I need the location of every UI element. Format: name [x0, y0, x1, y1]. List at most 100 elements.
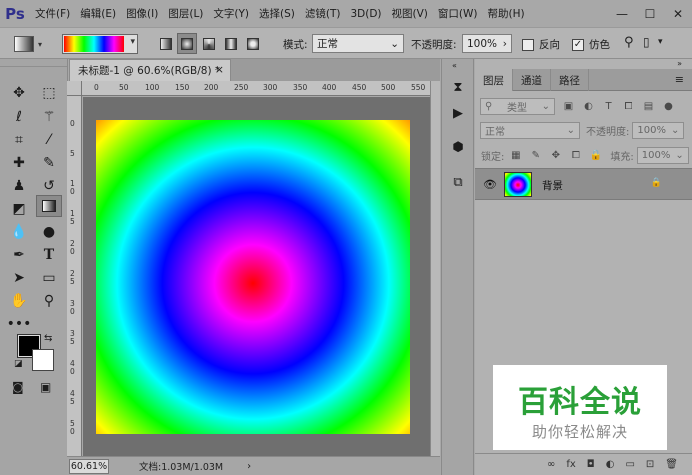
lock-pixels-icon[interactable]: ✎ [529, 149, 542, 162]
menu-view[interactable]: 视图(V) [387, 6, 433, 21]
search-icon[interactable]: ⚲ [624, 35, 634, 50]
brush-icon[interactable]: ✎ [36, 152, 62, 174]
menu-image[interactable]: 图像(I) [121, 6, 163, 21]
layer-style-icon[interactable]: fx [566, 459, 575, 470]
dodge-icon[interactable]: ● [36, 221, 62, 243]
menu-layer[interactable]: 图层(L) [163, 6, 208, 21]
link-layers-icon[interactable]: ∞ [547, 459, 555, 470]
maximize-button[interactable]: ☐ [636, 0, 664, 27]
history-panel-icon[interactable]: ⧗ [446, 76, 470, 98]
background-color[interactable] [32, 349, 54, 371]
chevron-down-icon[interactable]: ▾ [658, 37, 663, 47]
tab-channels[interactable]: 通道 [513, 69, 551, 91]
type-icon[interactable]: T [36, 244, 62, 266]
lock-transparent-icon[interactable]: ▦ [509, 149, 522, 162]
quick-mask-icon[interactable]: ◙ [12, 380, 24, 394]
document-canvas[interactable] [96, 120, 410, 434]
eyedropper-icon[interactable]: ⁄ [36, 129, 62, 151]
layer-row-background[interactable]: 👁 背景 🔒 [475, 168, 692, 200]
filter-toggle-icon[interactable]: ● [662, 100, 675, 113]
tab-paths[interactable]: 路径 [551, 69, 589, 91]
workspace-icon[interactable]: ▯ [643, 35, 650, 49]
close-window-button[interactable]: ✕ [664, 0, 692, 27]
lock-all-icon[interactable]: 🔒 [589, 149, 602, 162]
gradient-icon[interactable] [36, 195, 62, 217]
menu-3d[interactable]: 3D(D) [345, 8, 386, 20]
status-menu-arrow[interactable]: › [247, 461, 251, 472]
reflected-gradient-button[interactable] [221, 33, 241, 54]
new-group-icon[interactable]: ▭ [625, 459, 634, 470]
document-tab[interactable]: 未标题-1 @ 60.6%(RGB/8) * × [69, 59, 231, 81]
tool-preset-picker[interactable]: ▾ [14, 33, 52, 55]
panel-grip[interactable] [0, 59, 67, 67]
document-scrollbar[interactable] [430, 81, 440, 456]
magic-wand-icon[interactable]: ⚚ [36, 106, 62, 128]
properties-panel-icon[interactable]: ⧉ [446, 171, 470, 193]
move-icon[interactable]: ✥ [6, 82, 32, 104]
adjustment-layer-icon[interactable]: ◐ [606, 459, 615, 470]
lock-artboard-icon[interactable]: ⧠ [569, 149, 582, 162]
dither-option[interactable]: ✓ 仿色 [572, 37, 610, 52]
zoom-level-input[interactable]: 60.61% [69, 458, 109, 474]
history-brush-icon[interactable]: ↺ [36, 175, 62, 197]
panel-menu-icon[interactable]: ≡ [675, 73, 684, 86]
menu-file[interactable]: 文件(F) [30, 6, 75, 21]
image-filter-icon[interactable]: ▣ [562, 100, 575, 113]
blend-mode-select[interactable]: 正常 ⌄ [480, 122, 580, 139]
menu-help[interactable]: 帮助(H) [483, 6, 530, 21]
layer-opacity-input[interactable]: 100% ⌄ [632, 122, 685, 139]
healing-icon[interactable]: ✚ [6, 152, 32, 174]
eraser-icon[interactable]: ◩ [6, 198, 32, 220]
fill-input[interactable]: 100% ⌄ [636, 147, 689, 164]
filter-kind-select[interactable]: ⚲ 类型 ⌄ [480, 98, 555, 115]
add-mask-icon[interactable]: ◘ [587, 459, 595, 470]
menu-edit[interactable]: 编辑(E) [75, 6, 121, 21]
delete-layer-icon[interactable]: 🗑 [665, 459, 678, 470]
angle-gradient-button[interactable] [199, 33, 219, 54]
crop-icon[interactable]: ⌗ [6, 129, 32, 151]
menu-type[interactable]: 文字(Y) [208, 6, 254, 21]
default-colors-icon[interactable]: ◪ [14, 359, 23, 369]
gradient-picker[interactable]: ▾ [62, 34, 138, 54]
collapse-panels-icon[interactable]: « [452, 61, 457, 70]
blur-icon[interactable]: 💧 [6, 221, 32, 243]
chevron-down-icon[interactable]: ▾ [130, 37, 135, 47]
visibility-eye-icon[interactable]: 👁 [483, 178, 497, 191]
pen-icon[interactable]: ✒ [6, 244, 32, 266]
lasso-icon[interactable]: ℓ [6, 106, 32, 128]
hand-icon[interactable]: ✋ [6, 290, 32, 312]
layer-name[interactable]: 背景 [542, 178, 563, 193]
opacity-input[interactable]: 100% › [462, 34, 512, 53]
mode-select[interactable]: 正常 ⌄ [312, 34, 404, 53]
zoom-icon[interactable]: ⚲ [36, 290, 62, 312]
reverse-checkbox[interactable] [522, 38, 534, 51]
diamond-gradient-button[interactable] [243, 33, 263, 54]
3d-panel-icon[interactable]: ⬢ [446, 136, 470, 158]
path-select-icon[interactable]: ➤ [6, 267, 32, 289]
actions-play-icon[interactable]: ▶ [446, 102, 470, 124]
adjustment-filter-icon[interactable]: ◐ [582, 100, 595, 113]
type-filter-icon[interactable]: T [602, 100, 615, 113]
close-icon[interactable]: × [215, 63, 224, 76]
minimize-button[interactable]: — [608, 0, 636, 27]
dither-checkbox[interactable]: ✓ [572, 38, 584, 51]
tab-layers[interactable]: 图层 [475, 69, 513, 91]
linear-gradient-button[interactable] [156, 33, 176, 54]
canvas-workspace[interactable] [83, 97, 430, 456]
rectangle-icon[interactable]: ▭ [36, 267, 62, 289]
menu-filter[interactable]: 滤镜(T) [300, 6, 346, 21]
new-layer-icon[interactable]: ⊡ [646, 459, 654, 470]
swap-colors-icon[interactable]: ⇆ [44, 333, 52, 344]
marquee-icon[interactable]: ⬚ [36, 82, 62, 104]
menu-window[interactable]: 窗口(W) [433, 6, 483, 21]
shape-filter-icon[interactable]: ⧠ [622, 100, 635, 113]
smart-object-filter-icon[interactable]: ▤ [642, 100, 655, 113]
menu-select[interactable]: 选择(S) [254, 6, 300, 21]
collapse-panel-icon[interactable]: » [677, 59, 682, 68]
screen-mode-icon[interactable]: ▣ [40, 380, 51, 394]
radial-gradient-button[interactable] [177, 33, 197, 54]
reverse-option[interactable]: 反向 [522, 37, 560, 52]
lock-position-icon[interactable]: ✥ [549, 149, 562, 162]
more-icon[interactable]: ••• [6, 313, 32, 335]
stamp-icon[interactable]: ♟ [6, 175, 32, 197]
